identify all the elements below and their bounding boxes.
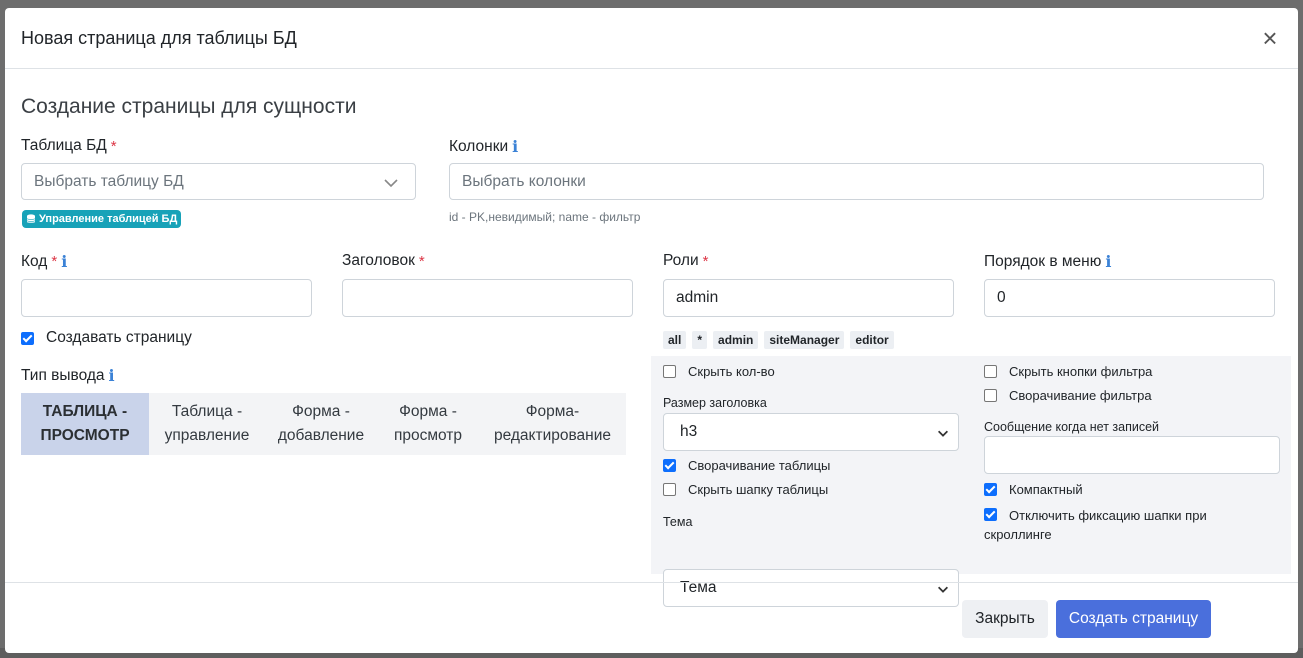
- menu-order-label-row: Порядок в меню i: [984, 252, 1111, 271]
- create-page-button[interactable]: Создать страницу: [1056, 600, 1211, 638]
- create-page-label: Создавать страницу: [46, 329, 192, 346]
- db-table-select[interactable]: Выбрать таблицу БД: [21, 163, 416, 200]
- info-icon[interactable]: i: [61, 252, 67, 271]
- required-mark: *: [418, 252, 425, 270]
- info-icon[interactable]: i: [1105, 252, 1111, 271]
- tab-line: Форма -: [292, 403, 350, 420]
- hide-count-label: Скрыть кол-во: [688, 364, 775, 379]
- tab-line: Форма -: [399, 403, 457, 420]
- tab-line: Таблица -: [171, 403, 243, 420]
- manage-db-table-badge[interactable]: Управление таблицей БД: [22, 210, 182, 228]
- collapse-table-row[interactable]: Сворачивание таблицы: [663, 458, 830, 473]
- header-size-label: Размер заголовка: [663, 396, 767, 410]
- collapse-table-checkbox[interactable]: [663, 459, 676, 472]
- hide-count-checkbox[interactable]: [663, 365, 676, 378]
- columns-hint: id - PK,невидимый; name - фильтр: [449, 210, 641, 224]
- tab-table-manage[interactable]: Таблица - управление: [149, 393, 265, 455]
- role-chip-all[interactable]: all: [663, 331, 687, 349]
- collapse-filter-checkbox[interactable]: [984, 389, 997, 402]
- hide-table-header-checkbox[interactable]: [663, 483, 676, 496]
- compact-row[interactable]: Компактный: [984, 482, 1083, 497]
- chevron-down-icon: [938, 430, 948, 437]
- tab-line: Форма-: [525, 403, 580, 420]
- required-mark: *: [110, 137, 117, 155]
- columns-input[interactable]: Выбрать колонки: [449, 163, 1264, 200]
- tab-line: ПРОСМОТР: [40, 427, 130, 444]
- role-chip-admin[interactable]: admin: [713, 331, 759, 349]
- chevron-down-icon: [384, 179, 398, 188]
- heading-label-row: Заголовок *: [342, 252, 425, 270]
- tab-form-add[interactable]: Форма - добавление: [265, 393, 377, 455]
- empty-message-label: Сообщение когда нет записей: [984, 420, 1160, 434]
- hide-filter-buttons-row[interactable]: Скрыть кнопки фильтра: [984, 364, 1152, 379]
- compact-checkbox[interactable]: [984, 483, 997, 496]
- tab-line: управление: [164, 427, 250, 444]
- tab-line: просмотр: [393, 427, 463, 444]
- columns-placeholder: Выбрать колонки: [462, 172, 586, 190]
- role-chip-any[interactable]: *: [692, 331, 708, 349]
- tab-line: редактирование: [493, 427, 612, 444]
- columns-label: Колонки: [449, 137, 509, 155]
- roles-label-row: Роли *: [663, 252, 708, 270]
- output-type-label-row: Тип вывода i: [21, 366, 115, 385]
- role-chip-editor[interactable]: editor: [850, 331, 894, 349]
- theme-label: Тема: [663, 515, 693, 529]
- tab-table-view[interactable]: ТАБЛИЦА - ПРОСМОТР: [21, 393, 149, 455]
- collapse-filter-row[interactable]: Сворачивание фильтра: [984, 388, 1152, 403]
- db-table-label: Таблица БД: [21, 137, 107, 154]
- close-button[interactable]: Закрыть: [962, 600, 1048, 638]
- heading-label: Заголовок: [342, 252, 415, 269]
- required-mark: *: [51, 253, 58, 270]
- tab-line: ТАБЛИЦА -: [42, 403, 128, 420]
- collapse-table-label: Сворачивание таблицы: [688, 458, 831, 473]
- new-page-modal: Новая страница для таблицы БД × Создание…: [5, 8, 1298, 653]
- info-icon[interactable]: i: [109, 366, 115, 385]
- hide-table-header-label: Скрыть шапку таблицы: [688, 482, 829, 497]
- hide-filter-buttons-checkbox[interactable]: [984, 365, 997, 378]
- columns-label-row: Колонки i: [449, 137, 518, 156]
- info-icon[interactable]: i: [512, 137, 518, 156]
- menu-order-input[interactable]: 0: [984, 279, 1275, 317]
- heading-input[interactable]: [342, 279, 633, 317]
- hide-count-row[interactable]: Скрыть кол-во: [663, 364, 775, 379]
- database-icon: [26, 214, 36, 223]
- code-input[interactable]: [21, 279, 312, 317]
- modal-header: Новая страница для таблицы БД ×: [5, 8, 1298, 69]
- section-title: Создание страницы для сущности: [21, 95, 357, 118]
- tab-line: добавление: [277, 427, 365, 444]
- empty-message-input[interactable]: [984, 436, 1280, 474]
- tab-form-edit[interactable]: Форма-редактирование: [479, 393, 626, 455]
- roles-label: Роли: [663, 252, 699, 269]
- output-type-tabs: ТАБЛИЦА - ПРОСМОТР Таблица - управление Фо…: [21, 393, 626, 455]
- roles-input[interactable]: admin: [663, 279, 954, 317]
- header-size-value: h3: [680, 423, 698, 440]
- manage-db-table-label: Управление таблицей БД: [39, 213, 178, 225]
- collapse-filter-label: Сворачивание фильтра: [1009, 388, 1152, 403]
- header-size-select[interactable]: h3: [663, 413, 959, 451]
- db-table-label-row: Таблица БД *: [21, 137, 117, 155]
- compact-label: Компактный: [1009, 482, 1083, 497]
- modal-body: Создание страницы для сущности Таблица Б…: [5, 69, 1298, 607]
- output-type-label: Тип вывода: [21, 366, 105, 384]
- close-icon[interactable]: ×: [1258, 25, 1282, 51]
- db-table-placeholder: Выбрать таблицу БД: [34, 172, 184, 190]
- code-label-row: Код * i: [21, 252, 67, 271]
- tab-form-view[interactable]: Форма - просмотр: [377, 393, 479, 455]
- code-label: Код: [21, 252, 48, 270]
- hide-table-header-row[interactable]: Скрыть шапку таблицы: [663, 482, 828, 497]
- menu-order-label: Порядок в меню: [984, 252, 1102, 270]
- modal-title: Новая страница для таблицы БД: [21, 27, 297, 48]
- disable-sticky-header-label: Отключить фиксацию шапки при скроллинге: [984, 508, 1207, 542]
- hide-filter-buttons-label: Скрыть кнопки фильтра: [1009, 364, 1153, 379]
- role-chips: all * admin siteManager editor: [663, 331, 894, 349]
- required-mark: *: [702, 252, 709, 270]
- modal-footer: Закрыть Создать страницу: [5, 582, 1298, 653]
- create-page-row[interactable]: Создавать страницу: [21, 329, 192, 347]
- create-page-checkbox[interactable]: [21, 332, 34, 345]
- role-chip-sitemanager[interactable]: siteManager: [764, 331, 845, 349]
- disable-sticky-header-row[interactable]: Отключить фиксацию шапки при скроллинге: [984, 506, 1244, 544]
